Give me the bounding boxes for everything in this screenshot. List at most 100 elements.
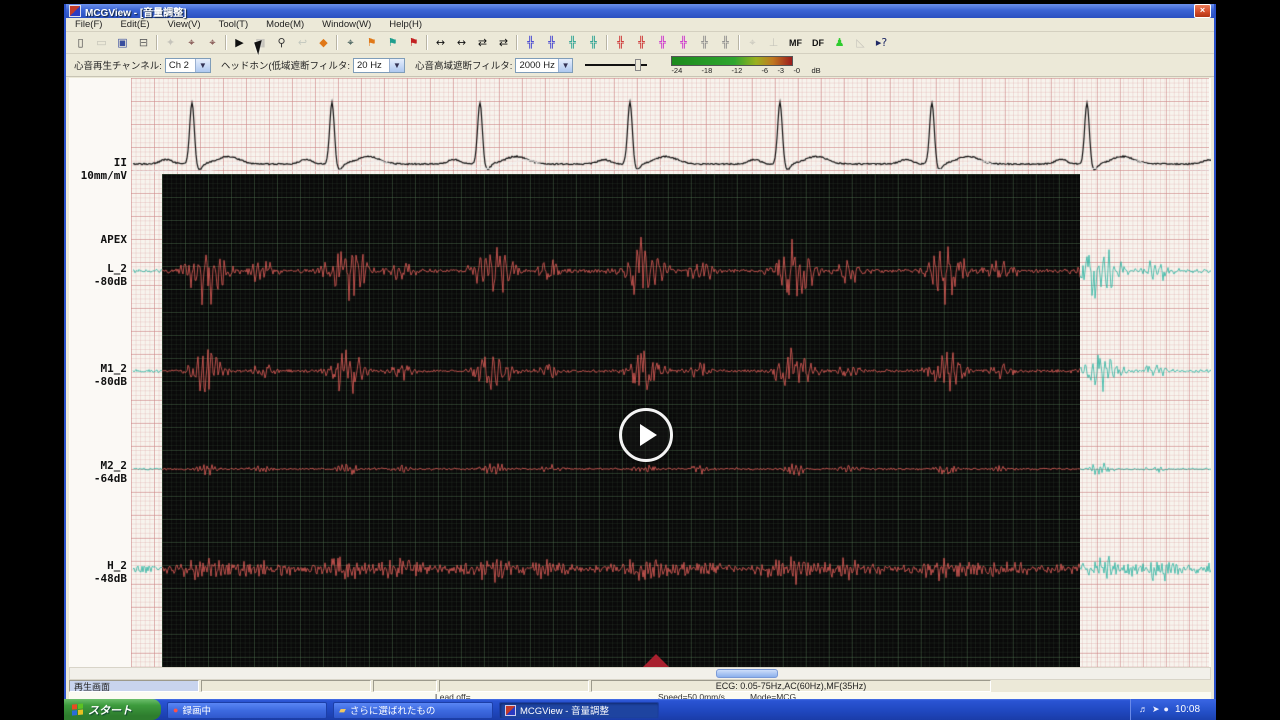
- channel-label-l_2: L_2-80dB: [69, 262, 127, 288]
- lowcut-filter-label: ヘッドホン(低域遮断フィルタ:: [221, 58, 350, 72]
- status-cell-0: 再生画面: [69, 680, 199, 692]
- chevron-down-icon[interactable]: ▼: [389, 59, 404, 72]
- vu-tick-label: -0: [793, 66, 800, 75]
- highcut-filter-select[interactable]: 2000 Hz ▼: [515, 58, 573, 73]
- marker-gray-add-icon[interactable]: ╬: [694, 34, 715, 51]
- figure-tool-icon[interactable]: ⌖: [340, 34, 361, 51]
- taskbar-button[interactable]: MCGView - 音量調整: [499, 702, 659, 719]
- video-play-button[interactable]: [619, 408, 673, 462]
- vu-meter-bar: [671, 56, 793, 66]
- chevron-down-icon[interactable]: ▼: [558, 59, 573, 72]
- title-bar[interactable]: MCGView - [音量調整] ×: [66, 4, 1214, 18]
- help-icon[interactable]: ▸?: [871, 34, 892, 51]
- play-icon[interactable]: ▶: [229, 34, 250, 51]
- volume-icon[interactable]: ♬: [1139, 704, 1148, 715]
- lowcut-filter-select[interactable]: 20 Hz ▼: [353, 58, 405, 73]
- flag-red-icon[interactable]: ⚑: [403, 34, 424, 51]
- mf-filter-button[interactable]: MF: [784, 34, 807, 51]
- taskbar-button[interactable]: ▰さらに選ばれたもの: [333, 702, 493, 719]
- print-icon[interactable]: ⊟: [133, 34, 154, 51]
- task-label: 録画中: [182, 703, 211, 717]
- save-file-icon[interactable]: ▣: [112, 34, 133, 51]
- windows-taskbar: スタート ● 録画中 ▰さらに選ばれたもの MCGView - 音量調整 ♬ ➤ ● 10…: [64, 699, 1216, 720]
- close-button[interactable]: ×: [1194, 4, 1211, 18]
- df-filter-button[interactable]: DF: [807, 34, 829, 51]
- marker-magenta-add-icon[interactable]: ╬: [652, 34, 673, 51]
- clock: 10:08: [1175, 704, 1200, 715]
- zoom-select-icon[interactable]: ⚲: [271, 34, 292, 51]
- step-left-icon[interactable]: ⇄: [472, 34, 493, 51]
- undo-icon: ↩: [292, 34, 313, 51]
- vu-tick-label: -6: [761, 66, 768, 75]
- task-label: さらに選ばれたもの: [350, 703, 436, 717]
- waveform-viewport[interactable]: II10mm/mVAPEXL_2-80dBM1_2-80dBM2_2-64dBH…: [69, 78, 1211, 667]
- vu-tick-label: -12: [731, 66, 742, 75]
- pan-right-icon[interactable]: ↔: [451, 34, 472, 51]
- menu-item-modem[interactable]: Mode(M): [257, 19, 313, 30]
- pointer-icon[interactable]: ➤: [1152, 704, 1160, 715]
- tool-disabled-2-icon: ⌖: [742, 34, 763, 51]
- toolbar-separator: [606, 35, 608, 50]
- channel-label-m1_2: M1_2-80dB: [69, 362, 127, 388]
- marker-magenta-del-icon[interactable]: ╬: [673, 34, 694, 51]
- marker-teal-add-icon[interactable]: ╬: [562, 34, 583, 51]
- toolbar-separator: [516, 35, 518, 50]
- task-buttons: ● 録画中 ▰さらに選ばれたもの MCGView - 音量調整: [161, 701, 659, 719]
- marker-teal-del-icon[interactable]: ╬: [583, 34, 604, 51]
- record-icon: ●: [173, 706, 178, 715]
- highcut-filter-label: 心音高域遮断フィルタ:: [415, 58, 512, 72]
- tool-disabled-3-icon: ⊥: [763, 34, 784, 51]
- menu-item-edite[interactable]: Edit(E): [111, 19, 158, 30]
- event-marker-icon[interactable]: ◆: [313, 34, 334, 51]
- audio-controls-toolbar: 心音再生チャンネル: Ch 2 ▼ ヘッドホン(低域遮断フィルタ: 20 Hz …: [66, 54, 1214, 77]
- waveform-canvas: [69, 78, 1211, 667]
- vu-tick-label: dB: [811, 66, 820, 75]
- marker-blue-add-icon[interactable]: ╬: [520, 34, 541, 51]
- marker-gray-del-icon[interactable]: ╬: [715, 34, 736, 51]
- patient-info-icon[interactable]: ♟: [829, 34, 850, 51]
- channel-select-label: 心音再生チャンネル:: [74, 58, 162, 72]
- step-right-icon[interactable]: ⇄: [493, 34, 514, 51]
- vu-meter: -24-18-12-6-3-0dB: [671, 55, 821, 75]
- ime-icon[interactable]: ●: [1164, 704, 1169, 715]
- marker-blue-del-icon[interactable]: ╬: [541, 34, 562, 51]
- flag-teal-icon[interactable]: ⚑: [382, 34, 403, 51]
- window-title: MCGView - [音量調整]: [85, 4, 1194, 19]
- tray-icons: ♬ ➤ ●: [1139, 704, 1169, 715]
- status-cell-empty: [373, 680, 437, 692]
- channel-select[interactable]: Ch 2 ▼: [165, 58, 211, 73]
- toolbar-separator: [336, 35, 338, 50]
- play-icon: [640, 424, 657, 446]
- start-button[interactable]: スタート: [64, 699, 161, 720]
- probe-tool-1-icon[interactable]: ⌖: [181, 34, 202, 51]
- menu-item-helph[interactable]: Help(H): [380, 19, 431, 30]
- probe-tool-2-icon[interactable]: ⌖: [202, 34, 223, 51]
- menu-item-viewv[interactable]: View(V): [159, 19, 210, 30]
- main-toolbar: ▯▭▣⊟✦⌖⌖▶■⚲↩◆⌖⚑⚑⚑↔↔⇄⇄╬╬╬╬╬╬╬╬╬╬⌖⊥MFDF♟◺▸?: [66, 32, 1214, 54]
- marker-red-add-icon[interactable]: ╬: [610, 34, 631, 51]
- flag-orange-icon[interactable]: ⚑: [361, 34, 382, 51]
- status-cell-empty: [201, 680, 371, 692]
- menu-item-toolt[interactable]: Tool(T): [210, 19, 258, 30]
- taskbar-button[interactable]: ● 録画中: [167, 702, 327, 719]
- chevron-down-icon[interactable]: ▼: [195, 59, 210, 72]
- toolbar-separator: [738, 35, 740, 50]
- app-icon: [69, 5, 81, 17]
- menu-item-filef[interactable]: File(F): [66, 19, 111, 30]
- new-file-icon[interactable]: ▯: [70, 34, 91, 51]
- toolbar-separator: [426, 35, 428, 50]
- volume-slider[interactable]: [585, 58, 647, 72]
- start-label: スタート: [88, 702, 132, 718]
- scrollbar-thumb[interactable]: [716, 669, 778, 678]
- task-label: MCGView - 音量調整: [520, 703, 609, 717]
- measure-tool-icon: ◺: [850, 34, 871, 51]
- toolbar-separator: [225, 35, 227, 50]
- application-window: MCGView - [音量調整] × File(F)Edit(E)View(V)…: [64, 4, 1216, 718]
- slider-thumb[interactable]: [635, 59, 641, 71]
- pan-left-icon[interactable]: ↔: [430, 34, 451, 51]
- menu-item-windoww[interactable]: Window(W): [313, 19, 380, 30]
- horizontal-scrollbar[interactable]: [69, 667, 1211, 680]
- status-bar: 再生画面ECG: 0.05-75Hz,AC(60Hz),MF(35Hz): [69, 680, 1211, 692]
- position-marker-icon[interactable]: [643, 654, 669, 667]
- marker-red-del-icon[interactable]: ╬: [631, 34, 652, 51]
